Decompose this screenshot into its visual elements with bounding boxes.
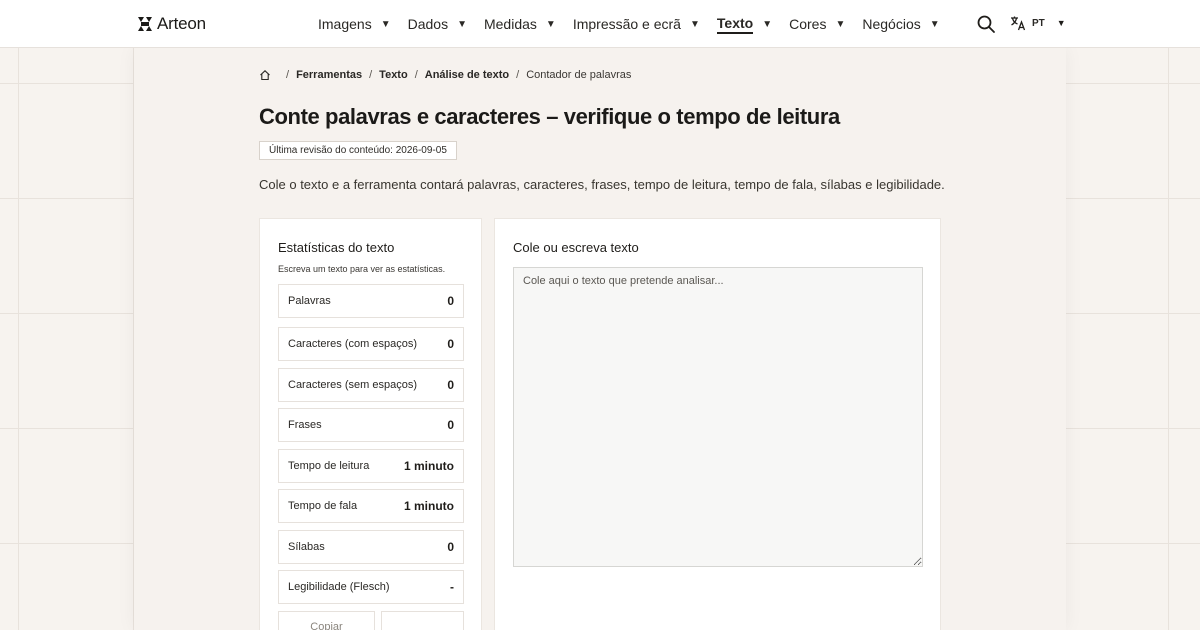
secondary-action-button[interactable] bbox=[381, 611, 464, 630]
caret-down-icon: ▼ bbox=[545, 18, 556, 30]
stat-label: Palavras bbox=[288, 295, 331, 307]
stat-row-tempo-de-fala: Tempo de fala 1 minuto bbox=[278, 489, 464, 523]
nav-item-dados[interactable]: Dados ▼ bbox=[408, 0, 467, 48]
caret-down-icon: ▼ bbox=[689, 18, 700, 30]
nav-item-label: Negócios bbox=[862, 16, 921, 32]
translate-icon bbox=[1011, 16, 1026, 31]
nav-item-label: Texto bbox=[716, 15, 754, 34]
language-code: PT bbox=[1032, 17, 1045, 29]
stat-row-palavras: Palavras 0 bbox=[278, 284, 464, 318]
brand-name: Arteon bbox=[157, 14, 206, 33]
text-statistics-card: Estatísticas do texto Escreva um texto p… bbox=[259, 218, 482, 630]
breadcrumb-separator: / bbox=[516, 69, 520, 81]
stat-value: 0 bbox=[447, 294, 454, 308]
stats-hint: Escreva um texto para ver as estatística… bbox=[278, 264, 446, 274]
stat-value: 0 bbox=[447, 337, 454, 351]
nav-item-texto[interactable]: Texto ▼ bbox=[716, 0, 773, 48]
nav-item-cores[interactable]: Cores ▼ bbox=[789, 0, 845, 48]
stat-label: Caracteres (sem espaços) bbox=[288, 379, 417, 391]
search-icon bbox=[977, 15, 995, 33]
breadcrumb-link-analise-de-texto[interactable]: Análise de texto bbox=[425, 69, 509, 81]
stat-value: 0 bbox=[447, 378, 454, 392]
caret-down-icon: ▼ bbox=[457, 18, 467, 30]
breadcrumb-current: Contador de palavras bbox=[526, 69, 632, 81]
breadcrumb-link-ferramentas[interactable]: Ferramentas bbox=[296, 69, 362, 81]
stat-label: Sílabas bbox=[288, 541, 325, 553]
caret-down-icon: ▼ bbox=[835, 18, 846, 30]
nav-item-medidas[interactable]: Medidas ▼ bbox=[484, 0, 556, 48]
stat-value: 1 minuto bbox=[404, 499, 454, 513]
stat-row-caracteres-sem-espacos: Caracteres (sem espaços) 0 bbox=[278, 368, 464, 402]
language-selector[interactable]: PT ▼ bbox=[1010, 15, 1066, 31]
nav-item-label: Dados bbox=[407, 16, 449, 32]
breadcrumb-separator: / bbox=[286, 69, 290, 81]
editor-title: Cole ou escreva texto bbox=[513, 240, 639, 255]
review-date-badge: Última revisão do conteúdo: 2026-09-05 bbox=[259, 141, 457, 160]
breadcrumb-link-texto[interactable]: Texto bbox=[379, 69, 408, 81]
caret-down-icon: ▼ bbox=[1056, 18, 1066, 28]
stat-label: Tempo de leitura bbox=[288, 460, 370, 472]
stat-label: Frases bbox=[288, 419, 322, 431]
stat-label: Tempo de fala bbox=[288, 500, 358, 512]
nav-item-label: Medidas bbox=[483, 16, 537, 32]
stat-value: 0 bbox=[447, 418, 454, 432]
stat-row-legibilidade-flesch: Legibilidade (Flesch) - bbox=[278, 570, 464, 604]
nav-item-impressao-e-ecra[interactable]: Impressão e ecrã ▼ bbox=[573, 0, 700, 48]
caret-down-icon: ▼ bbox=[929, 18, 940, 30]
nav-item-imagens[interactable]: Imagens ▼ bbox=[318, 0, 391, 48]
page-intro: Cole o texto e a ferramenta contará pala… bbox=[259, 177, 945, 192]
content-panel: / Ferramentas / Texto / Análise de texto… bbox=[134, 48, 1066, 630]
nav-item-negocios[interactable]: Negócios ▼ bbox=[862, 0, 939, 48]
stat-row-silabas: Sílabas 0 bbox=[278, 530, 464, 564]
breadcrumb-separator: / bbox=[414, 69, 418, 81]
stat-row-caracteres-com-espacos: Caracteres (com espaços) 0 bbox=[278, 327, 464, 361]
text-input-area[interactable] bbox=[513, 267, 923, 567]
copy-button[interactable]: Copiar bbox=[278, 611, 375, 630]
breadcrumb: / Ferramentas / Texto / Análise de texto… bbox=[259, 69, 631, 81]
stat-row-tempo-de-leitura: Tempo de leitura 1 minuto bbox=[278, 449, 464, 483]
search-button[interactable] bbox=[976, 14, 996, 34]
stats-title: Estatísticas do texto bbox=[278, 240, 395, 255]
nav-item-label: Impressão e ecrã bbox=[572, 16, 681, 32]
stat-value: - bbox=[450, 580, 454, 594]
text-input-card: Cole ou escreva texto bbox=[494, 218, 941, 630]
nav-item-label: Imagens bbox=[318, 16, 372, 32]
stat-label: Caracteres (com espaços) bbox=[288, 338, 417, 350]
arteon-logo-icon bbox=[138, 17, 152, 31]
home-icon[interactable] bbox=[259, 69, 271, 81]
top-navigation-bar: Arteon Imagens ▼ Dados ▼ Medidas ▼ Impre… bbox=[0, 0, 1200, 48]
stat-value: 0 bbox=[447, 540, 454, 554]
caret-down-icon: ▼ bbox=[380, 18, 391, 30]
stat-row-frases: Frases 0 bbox=[278, 408, 464, 442]
breadcrumb-separator: / bbox=[369, 69, 373, 81]
main-nav: Imagens ▼ Dados ▼ Medidas ▼ Impressão e … bbox=[318, 0, 957, 48]
stat-label: Legibilidade (Flesch) bbox=[288, 581, 390, 593]
brand-logo[interactable]: Arteon bbox=[137, 14, 206, 34]
stat-value: 1 minuto bbox=[404, 459, 454, 473]
caret-down-icon: ▼ bbox=[762, 18, 773, 30]
nav-item-label: Cores bbox=[789, 16, 827, 32]
page-title: Conte palavras e caracteres – verifique … bbox=[259, 104, 840, 129]
